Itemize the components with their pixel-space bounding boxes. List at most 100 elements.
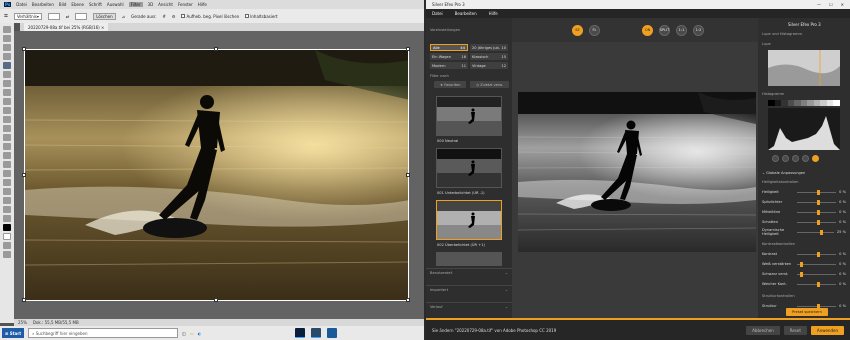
maximize-icon[interactable]: ☐ — [829, 2, 833, 7]
quick-select-tool-icon[interactable] — [3, 53, 11, 60]
slider-knob[interactable] — [816, 189, 820, 195]
slider-track[interactable] — [797, 199, 837, 205]
se-menu-datei[interactable]: Datei — [432, 11, 443, 16]
path-select-tool-icon[interactable] — [3, 179, 11, 186]
slider-helligkeit[interactable]: Helligkeit 0 % — [762, 188, 846, 196]
marquee-tool-icon[interactable] — [3, 35, 11, 42]
grid-overlay-icon[interactable]: # — [163, 14, 166, 19]
lasso-tool-icon[interactable] — [3, 44, 11, 51]
se-preview-image[interactable] — [518, 92, 756, 252]
preset-thumb-003[interactable] — [436, 252, 502, 266]
app-taskbar-icon[interactable] — [327, 328, 338, 338]
explorer-icon[interactable]: ▭ — [190, 331, 194, 336]
type-tool-icon[interactable] — [3, 170, 11, 177]
global-adjustments-header[interactable]: ⌄ Globale Anpassungen — [758, 169, 809, 177]
se-mode-button[interactable]: SE — [572, 24, 583, 36]
favorites-button[interactable]: ★ Favoriten — [434, 81, 467, 88]
slider-track[interactable] — [797, 251, 837, 257]
slider-dynamische-helligkeit[interactable]: Dynamische Helligkeit 25 % — [762, 228, 846, 236]
slider-weiss-verstaerken[interactable]: Weiß verstärken 0 % — [762, 260, 846, 268]
slider-schwarz-verstaerken[interactable]: Schwarz verst. 0 % — [762, 270, 846, 278]
minimize-icon[interactable]: — — [817, 2, 821, 7]
pen-tool-icon[interactable] — [3, 161, 11, 168]
loupe-view[interactable] — [768, 50, 840, 86]
zone-selector[interactable] — [768, 100, 841, 106]
ps-menu-ebene[interactable]: Ebene — [71, 2, 84, 7]
ps-photo-canvas[interactable] — [24, 49, 409, 301]
close-icon[interactable]: ✕ — [841, 2, 844, 7]
delete-pixels-checkbox[interactable]: Aufheb. beg. Pixel löschen — [181, 13, 239, 19]
ps-menu-ansicht[interactable]: Ansicht — [158, 2, 173, 7]
ps-menu-3d[interactable]: 3D — [148, 2, 154, 7]
recent-button[interactable]: ◷ Zuletzt verw. — [470, 81, 509, 88]
slider-mitteltoene[interactable]: Mitteltöne 0 % — [762, 208, 846, 216]
ps-menu-hilfe[interactable]: Hilfe — [198, 2, 207, 7]
crop-handle-top[interactable] — [214, 47, 218, 51]
background-color-swatch[interactable] — [3, 233, 11, 240]
ratio-height-input[interactable] — [75, 12, 88, 20]
slider-track[interactable] — [797, 189, 837, 195]
zoom-tool-icon[interactable] — [3, 206, 11, 213]
quick-mask-icon[interactable] — [3, 242, 11, 249]
crop-handle-right[interactable] — [406, 173, 410, 177]
slider-knob[interactable] — [816, 219, 820, 225]
category-ein-wagen[interactable]: Ein Wagen 16 — [430, 53, 468, 60]
hand-tool-icon[interactable] — [3, 197, 11, 204]
more-tools-icon[interactable] — [3, 215, 11, 222]
slider-track[interactable] — [797, 261, 837, 267]
history-brush-tool-icon[interactable] — [3, 116, 11, 123]
ps-menu-fenster[interactable]: Fenster — [178, 2, 193, 7]
slider-track[interactable] — [797, 281, 837, 287]
section-imported[interactable]: Importiert ⌄ — [426, 285, 512, 294]
blur-tool-icon[interactable] — [3, 143, 11, 150]
move-tool-icon[interactable] — [3, 26, 11, 33]
slider-knob[interactable] — [800, 261, 804, 267]
slider-knob[interactable] — [819, 229, 823, 235]
zoom-1-2-button[interactable]: 1:2 — [693, 24, 704, 36]
se-menu-hilfe[interactable]: Hilfe — [489, 11, 498, 16]
clear-button[interactable]: Löschen — [93, 12, 116, 20]
content-aware-checkbox[interactable]: Inhaltsbasiert — [245, 13, 278, 19]
start-button[interactable]: ⊞ Start — [2, 328, 25, 338]
channel-button[interactable] — [802, 155, 809, 162]
task-view-icon[interactable]: ◫ — [182, 331, 186, 336]
slider-track[interactable] — [797, 229, 834, 235]
crop-tool-icon[interactable] — [3, 62, 11, 69]
ps-menu-datei[interactable]: Datei — [16, 2, 27, 7]
crop-handle-br[interactable] — [406, 298, 410, 302]
slider-kontrast[interactable]: Kontrast 0 % — [762, 250, 846, 258]
swap-icon[interactable]: ⇄ — [66, 14, 69, 19]
shape-tool-icon[interactable] — [3, 188, 11, 195]
slider-knob[interactable] — [816, 251, 820, 257]
preset-thumb-001[interactable]: 001 Unterbelichtet (UR -1) — [436, 148, 502, 195]
slider-schatten[interactable]: Schatten 0 % — [762, 218, 846, 226]
crop-handle-tl[interactable] — [22, 47, 26, 51]
eyedropper-tool-icon[interactable] — [3, 80, 11, 87]
crop-handle-bl[interactable] — [22, 298, 26, 302]
zoom-1-1-button[interactable]: 1:1 — [676, 24, 687, 36]
apply-button[interactable]: Anwenden — [810, 325, 844, 335]
straighten-icon[interactable]: ⊿ — [122, 14, 125, 19]
slider-knob[interactable] — [816, 209, 820, 215]
channel-button[interactable] — [812, 155, 819, 162]
slider-weicher-kontrast[interactable]: Weicher Kont. 0 % — [762, 280, 846, 288]
slider-knob[interactable] — [800, 271, 804, 277]
slider-track[interactable] — [797, 303, 837, 309]
preset-thumb-000[interactable]: 000 Neutral — [436, 96, 502, 143]
foreground-color-swatch[interactable] — [3, 224, 11, 231]
slider-track[interactable] — [797, 209, 837, 215]
channel-button[interactable] — [772, 155, 779, 162]
category-modern[interactable]: Modern 11 — [430, 62, 468, 69]
ps-menu-bearbeiten[interactable]: Bearbeiten — [32, 2, 54, 7]
document-tab[interactable]: 20220729-08a.tif bei 25% (RGB/16) × — [24, 23, 109, 31]
screen-mode-icon[interactable] — [3, 251, 11, 258]
dodge-tool-icon[interactable] — [3, 152, 11, 159]
slider-spitzlichter[interactable]: Spitzlichter 0 % — [762, 198, 846, 206]
frame-tool-icon[interactable] — [3, 71, 11, 78]
view-split-button[interactable]: SPLIT — [659, 24, 670, 36]
preset-thumb-002[interactable]: 002 Überbelichtet (ÜR +1) — [436, 200, 502, 247]
gradient-tool-icon[interactable] — [3, 134, 11, 141]
photoshop-taskbar-icon[interactable] — [295, 328, 306, 338]
ps-menu-schrift[interactable]: Schrift — [89, 2, 102, 7]
film-mode-button[interactable]: FL — [589, 24, 600, 36]
